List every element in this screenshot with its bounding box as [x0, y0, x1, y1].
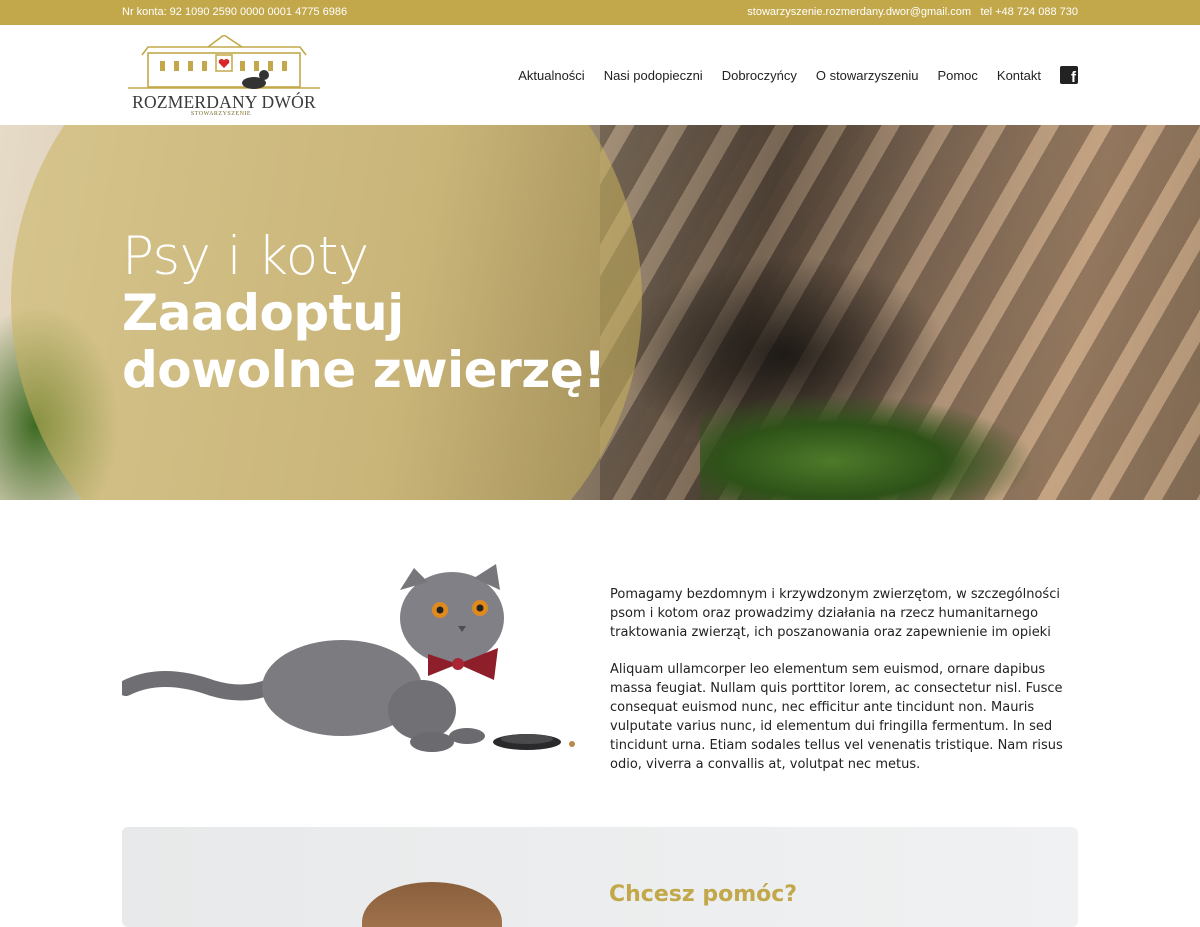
contact-email-link[interactable]: stowarzyszenie.rozmerdany.dwor@gmail.com [747, 6, 971, 18]
top-info-bar: Nr konta: 92 1090 2590 0000 0001 4775 69… [0, 0, 1200, 25]
manor-house-logo-icon [128, 35, 320, 89]
puppy-image [362, 882, 502, 927]
help-card-title: Chcesz pomóc? [609, 882, 798, 907]
site-logo[interactable]: ROZMERDANY DWÓR STOWARZYSZENIE [122, 35, 326, 117]
grey-cat-image [118, 560, 582, 760]
hero-title: Zaadoptuj dowolne zwierzę! [122, 284, 606, 399]
hero-banner: Psy i koty Zaadoptuj dowolne zwierzę! [0, 125, 1200, 500]
nav-item-kontakt[interactable]: Kontakt [997, 68, 1041, 83]
cat-illustration [118, 564, 575, 752]
intro-paragraph-1: Pomagamy bezdomnym i krzywdzonym zwierzę… [610, 587, 1060, 640]
intro-paragraph-2: Aliquam ullamcorper leo elementum sem eu… [610, 662, 1063, 772]
bank-account-number: Nr konta: 92 1090 2590 0000 0001 4775 69… [122, 6, 348, 18]
nav-item-nasi-podopieczni[interactable]: Nasi podopieczni [604, 68, 703, 83]
facebook-icon[interactable]: f [1060, 66, 1078, 86]
logo-subtitle: STOWARZYSZENIE [190, 111, 252, 117]
main-navigation: Aktualności Nasi podopieczni Dobroczyńcy… [499, 66, 1078, 86]
nav-item-aktualnosci[interactable]: Aktualności [518, 68, 584, 83]
help-card: Chcesz pomóc? [122, 827, 1078, 927]
nav-item-o-stowarzyszeniu[interactable]: O stowarzyszeniu [816, 68, 919, 83]
nav-item-dobroczyncy[interactable]: Dobroczyńcy [722, 68, 797, 83]
hero-subtitle: Psy i koty [122, 226, 369, 287]
hero-grass-image [700, 395, 1030, 500]
site-header: ROZMERDANY DWÓR STOWARZYSZENIE Aktualnoś… [0, 25, 1200, 125]
logo-name: ROZMERDANY DWÓR [132, 92, 316, 112]
contact-phone[interactable]: tel +48 724 088 730 [980, 6, 1078, 18]
intro-text: Pomagamy bezdomnym i krzywdzonym zwierzę… [610, 585, 1080, 792]
nav-item-pomoc[interactable]: Pomoc [937, 68, 977, 83]
